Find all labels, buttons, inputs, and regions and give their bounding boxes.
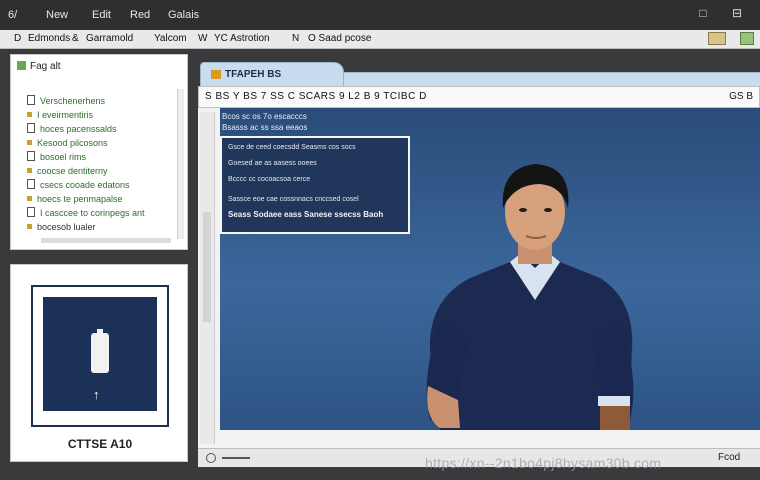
bullet-icon: [27, 112, 32, 117]
document-tab[interactable]: TFAPEH BS: [200, 62, 344, 86]
menu-item[interactable]: Yalcom: [154, 33, 187, 44]
dialog-line: Gsce de ceed coecsdd Seasms cos socs: [228, 144, 356, 151]
list-item[interactable]: I casccee to corinpegs ant: [27, 207, 145, 219]
menu-item[interactable]: Edmonds: [28, 33, 70, 44]
list-item[interactable]: hoces pacenssalds: [27, 123, 117, 135]
title-menu-edit[interactable]: Edit: [92, 9, 111, 21]
bullet-icon: [27, 196, 32, 201]
tab-title: TFAPEH BS: [225, 69, 282, 80]
title-icon[interactable]: 6/: [8, 9, 17, 21]
list-item[interactable]: bosoel rims: [27, 151, 86, 163]
grid-icon[interactable]: [740, 32, 754, 45]
bottom-right-label[interactable]: Fcod: [718, 452, 740, 463]
arrow-up-icon: ↑: [93, 387, 100, 402]
checkbox[interactable]: [27, 179, 35, 189]
canvas[interactable]: Bcos sc os 7o escacccs Bsasss ac ss ssa …: [220, 108, 760, 430]
eye-shape: [544, 208, 552, 212]
slider-icon[interactable]: [222, 457, 250, 459]
maximize-icon[interactable]: □: [696, 7, 710, 19]
right-hand-shape: [600, 406, 630, 430]
list-item[interactable]: Kesood pilcosons: [27, 137, 108, 149]
watermark-url: https://xn--2n1bo4pj8hysam30b.com: [425, 455, 662, 471]
dialog-line: Sassce eoe cae cossnnacs cnccsed cosel: [228, 196, 359, 203]
list-item[interactable]: csecs cooade edatons: [27, 179, 130, 191]
close-icon[interactable]: ⊟: [730, 7, 744, 19]
checkbox[interactable]: [27, 123, 35, 133]
dialog-line: Seass Sodaee eass Sanese ssecss Baoh: [228, 210, 384, 219]
list-item[interactable]: hoecs te penmapalse: [27, 193, 123, 205]
bullet-icon: [27, 140, 32, 145]
menu-item[interactable]: YC Astrotion: [214, 33, 270, 44]
list-item[interactable]: bocesob lualer: [27, 221, 96, 233]
menu-item[interactable]: Garramold: [86, 33, 133, 44]
bullet-icon: [27, 168, 32, 173]
right-cuff-shape: [598, 396, 630, 406]
document-icon: [211, 70, 221, 79]
title-menu-galais[interactable]: Galais: [168, 9, 199, 21]
menu-item[interactable]: W: [198, 33, 207, 44]
main-window: TFAPEH BS S BS Y BS 7 SS C SCARS 9 L2 B …: [198, 62, 760, 466]
preview-screen: ↑: [43, 297, 157, 411]
toolbar-buttons[interactable]: S BS Y BS 7 SS C SCARS 9 L2 B 9 TCIBC D: [205, 91, 427, 102]
folder-icon: [17, 61, 26, 70]
list-item[interactable]: coocse dentiterny: [27, 165, 108, 177]
circle-icon[interactable]: [206, 453, 216, 463]
checkbox[interactable]: [27, 207, 35, 217]
tab-strip: [344, 72, 760, 87]
info-dialog[interactable]: Gsce de ceed coecsdd Seasms cos socs Goe…: [220, 136, 410, 234]
horizontal-scrollbar[interactable]: [41, 238, 171, 243]
folder-icon[interactable]: [708, 32, 726, 45]
panel-header: Fag alt: [17, 61, 61, 72]
menu-item[interactable]: O Saad pcose: [308, 33, 371, 44]
menu-item[interactable]: N: [292, 33, 299, 44]
toolbar-right-buttons[interactable]: GS B: [729, 91, 753, 102]
preview-frame[interactable]: ↑: [31, 285, 169, 427]
toolbar: S BS Y BS 7 SS C SCARS 9 L2 B 9 TCIBC D …: [198, 86, 760, 108]
editor-body: Bcos sc os 7o escacccs Bsasss ac ss ssa …: [198, 108, 760, 448]
checkbox[interactable]: [27, 95, 35, 105]
menu-item[interactable]: D: [14, 33, 21, 44]
scrollbar-thumb[interactable]: [203, 212, 211, 322]
list-item[interactable]: I eveirmentiris: [27, 109, 93, 121]
menu-item[interactable]: &: [72, 33, 79, 44]
title-menu-new[interactable]: New: [46, 9, 68, 21]
file-list-panel: Fag alt Verschenerhens I eveirmentiris h…: [10, 54, 188, 250]
dialog-line: Bcccc cc cocoacsoa cerce: [228, 176, 311, 183]
content-line: Bcos sc os 7o escacccs: [222, 112, 307, 121]
checkbox[interactable]: [27, 151, 35, 161]
vertical-scrollbar[interactable]: [177, 89, 184, 239]
person-photo: [426, 164, 634, 430]
title-menu-red[interactable]: Red: [130, 9, 150, 21]
title-bar: 6/ New Edit Red Galais □ ⊟: [0, 0, 760, 30]
vertical-scrollbar[interactable]: [200, 112, 215, 444]
preview-label: CTTSE A10: [67, 437, 133, 451]
bullet-icon: [27, 224, 32, 229]
device-preview-panel: ↑ CTTSE A10: [10, 264, 188, 462]
dialog-line: Goesed ae as aasess ooees: [228, 160, 317, 167]
content-line: Bsasss ac ss ssa eeaos: [222, 123, 308, 132]
battery-icon: [91, 329, 109, 373]
eye-shape: [519, 208, 527, 212]
menu-bar: D Edmonds & Garramold Yalcom W YC Astrot…: [0, 30, 760, 49]
panel-title: Fag alt: [30, 61, 61, 72]
list-item[interactable]: Verschenerhens: [27, 95, 105, 107]
